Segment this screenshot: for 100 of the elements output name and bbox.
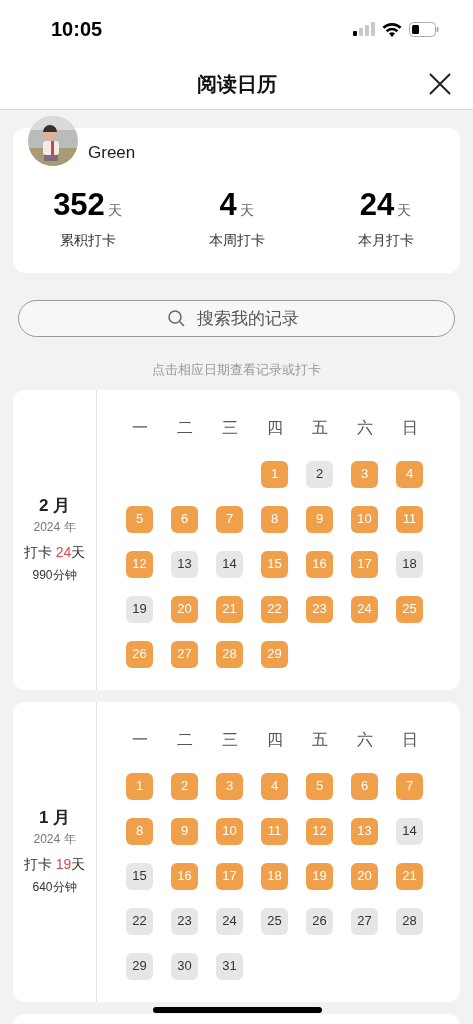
day-cell[interactable]: 23: [306, 595, 333, 623]
day-cell[interactable]: 10: [216, 817, 243, 845]
stat-unit: 天: [239, 203, 254, 217]
wifi-icon: [382, 21, 402, 37]
weekday-label: 日: [401, 729, 418, 750]
day-cell[interactable]: 17: [351, 550, 378, 578]
stat-label: 本月打卡: [357, 231, 414, 250]
day-cell[interactable]: 26: [126, 640, 153, 668]
day-cell[interactable]: 4: [261, 772, 288, 800]
weekday-label: 一: [131, 729, 148, 750]
day-cell[interactable]: 14: [216, 550, 243, 578]
day-cell[interactable]: 11: [261, 817, 288, 845]
day-cell[interactable]: 18: [396, 550, 423, 578]
weekday-label: 五: [311, 729, 328, 750]
day-cell[interactable]: 16: [306, 550, 333, 578]
day-cell[interactable]: 16: [171, 862, 198, 890]
day-cell[interactable]: 5: [126, 505, 153, 533]
day-cell[interactable]: 1: [261, 460, 288, 488]
weekday-label: 三: [221, 417, 238, 438]
day-cell[interactable]: 31: [216, 952, 243, 980]
stat-value: 24: [359, 189, 395, 220]
weekday-label: 一: [131, 417, 148, 438]
day-cell[interactable]: 24: [351, 595, 378, 623]
day-cell[interactable]: 25: [396, 595, 423, 623]
day-cell[interactable]: 18: [261, 862, 288, 890]
day-cell[interactable]: 3: [216, 772, 243, 800]
day-cell[interactable]: 29: [261, 640, 288, 668]
hint-text: 点击相应日期查看记录或打卡: [151, 361, 322, 379]
day-cell[interactable]: 21: [216, 595, 243, 623]
day-cell[interactable]: 20: [351, 862, 378, 890]
day-cell[interactable]: 10: [351, 505, 378, 533]
day-cell[interactable]: 7: [396, 772, 423, 800]
day-cell[interactable]: 13: [351, 817, 378, 845]
day-cell[interactable]: 28: [396, 907, 423, 935]
day-cell[interactable]: 30: [171, 952, 198, 980]
weekday-label: 四: [266, 417, 283, 438]
day-cell[interactable]: 19: [306, 862, 333, 890]
day-cell[interactable]: 8: [261, 505, 288, 533]
weekday-label: 五: [311, 417, 328, 438]
day-cell[interactable]: 22: [126, 907, 153, 935]
day-cell[interactable]: 9: [306, 505, 333, 533]
day-cell[interactable]: 12: [126, 550, 153, 578]
stat-unit: 天: [107, 203, 122, 217]
day-cell[interactable]: 19: [126, 595, 153, 623]
signal-icon: [353, 22, 375, 36]
day-cell[interactable]: 2: [306, 460, 333, 488]
day-cell[interactable]: 9: [171, 817, 198, 845]
day-cell[interactable]: 5: [306, 772, 333, 800]
day-cell[interactable]: 27: [351, 907, 378, 935]
weekday-label: 日: [401, 417, 418, 438]
stat-label: 本周打卡: [208, 231, 265, 250]
day-cell[interactable]: 6: [171, 505, 198, 533]
day-cell[interactable]: 27: [171, 640, 198, 668]
stat-unit: 天: [397, 203, 412, 217]
day-cell[interactable]: 29: [126, 952, 153, 980]
day-cell[interactable]: 2: [171, 772, 198, 800]
weekday-label: 四: [266, 729, 283, 750]
status-time: 10:05: [51, 17, 103, 42]
day-cell[interactable]: 13: [171, 550, 198, 578]
day-cell[interactable]: 3: [351, 460, 378, 488]
day-cell[interactable]: 8: [126, 817, 153, 845]
minutes-label: 990分钟: [32, 567, 77, 585]
day-cell[interactable]: 25: [261, 907, 288, 935]
weekday-label: 二: [176, 417, 193, 438]
year-label: 2024 年: [33, 831, 76, 849]
day-cell[interactable]: 11: [396, 505, 423, 533]
day-cell[interactable]: 22: [261, 595, 288, 623]
month-label: 2 月: [38, 494, 71, 517]
user-name: Green: [88, 142, 136, 164]
day-cell[interactable]: 26: [306, 907, 333, 935]
day-cell[interactable]: 20: [171, 595, 198, 623]
day-cell[interactable]: 15: [126, 862, 153, 890]
day-cell[interactable]: 6: [351, 772, 378, 800]
weekday-label: 二: [176, 729, 193, 750]
close-icon[interactable]: [429, 73, 451, 95]
stat-value: 4: [219, 189, 237, 220]
day-cell[interactable]: 24: [216, 907, 243, 935]
weekday-label: 六: [356, 729, 373, 750]
search-icon: [168, 310, 185, 327]
stat-value: 352: [53, 189, 105, 220]
page-title: 阅读日历: [196, 71, 277, 97]
checkin-summary: 打卡 19天: [23, 855, 86, 875]
battery-icon: [409, 21, 439, 37]
search-field[interactable]: 搜索我的记录: [18, 300, 455, 337]
day-cell[interactable]: 14: [396, 817, 423, 845]
weekday-label: 六: [356, 417, 373, 438]
day-cell[interactable]: 4: [396, 460, 423, 488]
weekday-label: 三: [221, 729, 238, 750]
day-cell[interactable]: 15: [261, 550, 288, 578]
day-cell[interactable]: 23: [171, 907, 198, 935]
day-cell[interactable]: 1: [126, 772, 153, 800]
day-cell[interactable]: 7: [216, 505, 243, 533]
day-cell[interactable]: 12: [306, 817, 333, 845]
day-cell[interactable]: 28: [216, 640, 243, 668]
stat-label: 累积打卡: [59, 231, 116, 250]
minutes-label: 640分钟: [32, 879, 77, 897]
year-label: 2024 年: [33, 519, 76, 537]
day-cell[interactable]: 21: [396, 862, 423, 890]
day-cell[interactable]: 17: [216, 862, 243, 890]
checkin-summary: 打卡 24天: [23, 543, 86, 563]
